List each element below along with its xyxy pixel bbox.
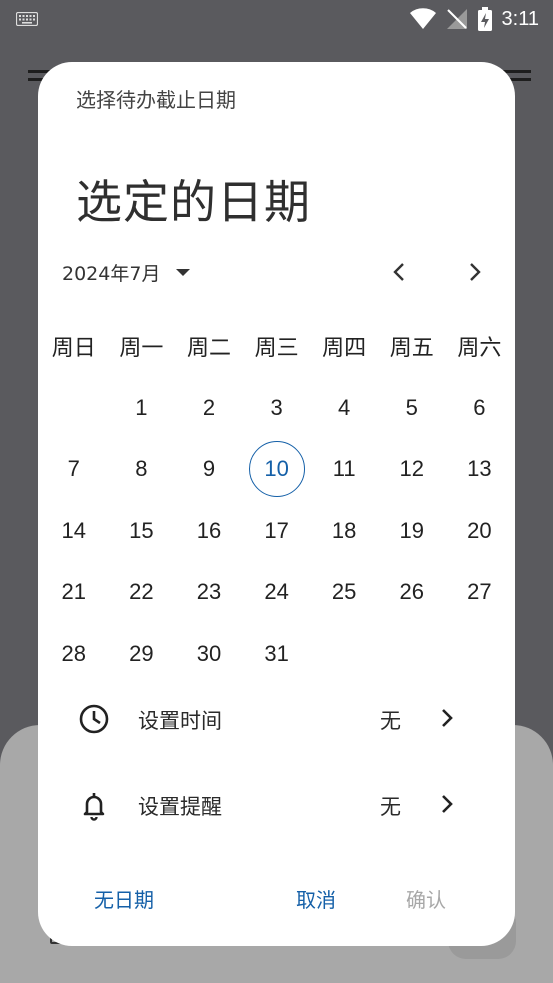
day-cell[interactable]: 13 <box>446 439 514 501</box>
day-number: 11 <box>332 456 356 482</box>
day-cell[interactable]: 4 <box>310 377 378 439</box>
weekday-label: 周二 <box>186 336 231 361</box>
day-number: 3 <box>270 394 283 420</box>
set-reminder-row[interactable]: 设置提醒 无 <box>38 775 515 835</box>
day-number: 20 <box>467 517 492 543</box>
day-cell[interactable]: 6 <box>446 377 514 439</box>
day-cell[interactable]: 26 <box>378 562 446 624</box>
day-cell-today[interactable]: 10 <box>243 439 311 501</box>
set-reminder-value: 无 <box>380 795 401 819</box>
day-cell[interactable]: 29 <box>108 623 176 685</box>
day-cell[interactable]: 16 <box>175 500 243 562</box>
day-number: 25 <box>331 579 357 605</box>
empty-day-cell <box>40 377 108 439</box>
day-number: 14 <box>61 517 87 543</box>
clock-icon <box>79 704 109 734</box>
weekday-label: 周五 <box>389 336 434 361</box>
previous-month-button[interactable] <box>386 258 414 286</box>
chevron-right-icon <box>442 795 453 813</box>
day-number: 10 <box>248 441 305 498</box>
set-time-row[interactable]: 设置时间 无 <box>38 689 515 749</box>
day-number: 9 <box>202 456 216 482</box>
no-signal-icon <box>446 9 467 29</box>
day-number: 15 <box>129 517 154 543</box>
day-cell[interactable]: 3 <box>243 377 311 439</box>
day-cell[interactable]: 11 <box>310 439 378 501</box>
calendar-grid: 1 2 3 4 5 6 7 8 9 10 11 12 13 14 15 16 17 18 19 20 21 22 23 24 2… <box>40 377 513 685</box>
weekday-label: 周三 <box>254 336 299 361</box>
day-cell[interactable]: 7 <box>40 439 108 501</box>
day-number: 22 <box>129 579 154 605</box>
confirm-button[interactable]: 确认 <box>406 884 446 913</box>
month-year-label: 2024年7月 <box>62 262 161 285</box>
cancel-button[interactable]: 取消 <box>296 884 336 913</box>
day-number: 23 <box>196 579 222 605</box>
day-number: 17 <box>264 517 289 543</box>
day-cell[interactable]: 21 <box>40 562 108 624</box>
day-cell[interactable]: 19 <box>378 500 446 562</box>
day-number: 7 <box>67 456 80 482</box>
day-cell[interactable]: 15 <box>108 500 176 562</box>
set-time-label: 设置时间 <box>138 709 222 733</box>
day-number: 19 <box>399 517 424 543</box>
chevron-right-icon <box>442 709 453 727</box>
next-month-button[interactable] <box>460 258 488 286</box>
day-number: 18 <box>331 517 357 543</box>
weekday-label: 周一 <box>119 336 164 361</box>
day-cell[interactable]: 31 <box>243 623 311 685</box>
day-number: 6 <box>473 394 486 420</box>
day-cell[interactable]: 2 <box>175 377 243 439</box>
keyboard-icon <box>16 12 38 26</box>
no-date-button[interactable]: 无日期 <box>94 884 154 913</box>
day-number: 5 <box>405 394 418 420</box>
set-reminder-label: 设置提醒 <box>138 795 222 819</box>
day-number: 31 <box>264 640 289 666</box>
wifi-icon <box>409 8 436 29</box>
day-number: 27 <box>467 579 492 605</box>
day-cell[interactable]: 25 <box>310 562 378 624</box>
day-number: 12 <box>399 456 424 482</box>
selected-date-headline: 选定的日期 <box>76 175 311 229</box>
day-cell[interactable]: 1 <box>108 377 176 439</box>
day-cell[interactable]: 17 <box>243 500 311 562</box>
day-number: 8 <box>135 456 148 482</box>
day-number: 30 <box>196 640 222 666</box>
status-time: 3:11 <box>501 7 539 30</box>
day-cell[interactable]: 18 <box>310 500 378 562</box>
day-number: 1 <box>135 394 148 420</box>
day-number: 28 <box>61 640 87 666</box>
day-cell[interactable]: 12 <box>378 439 446 501</box>
day-cell[interactable]: 24 <box>243 562 311 624</box>
day-number: 13 <box>467 456 492 482</box>
month-year-selector[interactable]: 2024年7月 <box>62 258 191 286</box>
date-picker-dialog: 选择待办截止日期 选定的日期 2024年7月 周日 周一 周二 周三 周四 周五 周六 12… <box>38 62 515 946</box>
day-cell[interactable]: 20 <box>446 500 514 562</box>
day-number: 4 <box>338 394 351 420</box>
day-cell[interactable]: 30 <box>175 623 243 685</box>
day-number: 26 <box>399 579 424 605</box>
day-cell[interactable]: 9 <box>175 439 243 501</box>
dropdown-arrow-icon <box>176 268 191 276</box>
day-cell[interactable]: 14 <box>40 500 108 562</box>
day-number: 24 <box>264 579 289 605</box>
day-cell[interactable]: 22 <box>108 562 176 624</box>
day-cell[interactable]: 5 <box>378 377 446 439</box>
day-cell[interactable]: 27 <box>446 562 514 624</box>
bell-icon <box>83 793 105 821</box>
weekday-label: 周四 <box>322 336 367 361</box>
dialog-title: 选择待办截止日期 <box>76 88 236 112</box>
battery-charging-icon <box>477 7 492 31</box>
day-cell[interactable]: 28 <box>40 623 108 685</box>
day-number: 29 <box>129 640 154 666</box>
status-bar: 3:11 <box>0 0 553 38</box>
weekday-header: 周日 周一 周二 周三 周四 周五 周六 <box>40 330 513 362</box>
day-number: 21 <box>61 579 87 605</box>
day-cell[interactable]: 8 <box>108 439 176 501</box>
weekday-label: 周日 <box>51 336 96 361</box>
day-cell[interactable]: 23 <box>175 562 243 624</box>
day-number: 16 <box>196 517 222 543</box>
weekday-label: 周六 <box>457 336 502 361</box>
day-number: 2 <box>202 394 216 420</box>
set-time-value: 无 <box>380 709 401 733</box>
